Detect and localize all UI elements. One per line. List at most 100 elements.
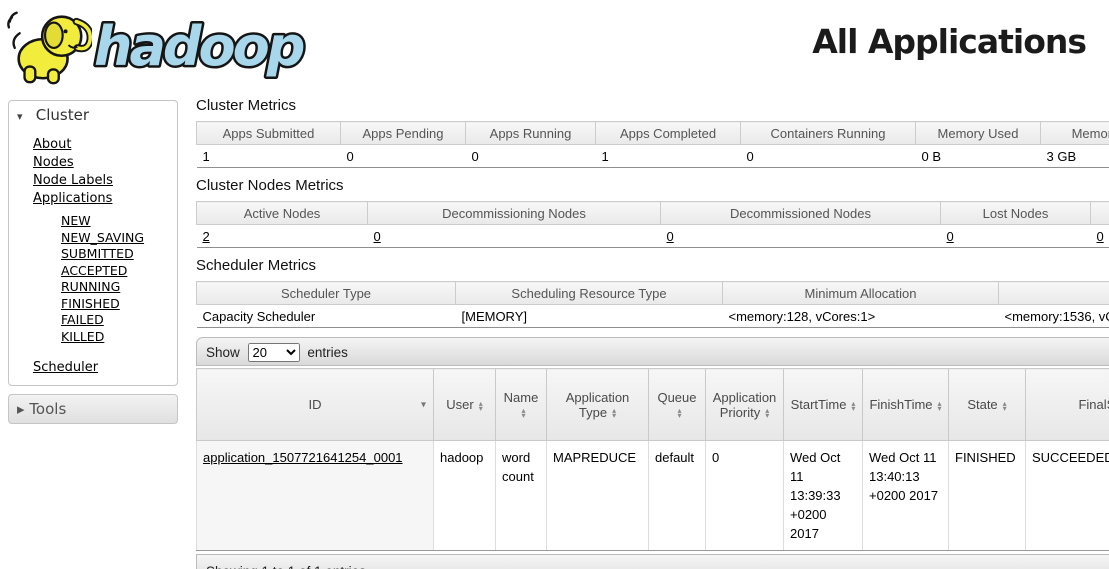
column-header-finalstatus[interactable]: FinalStatus▴▾ <box>1026 369 1109 441</box>
cluster-accordion-header[interactable]: ▾ Cluster <box>9 101 177 129</box>
metric-header: Memory Used <box>916 122 1041 145</box>
cell-user: hadoop <box>434 441 496 551</box>
sort-icon: ▴▾ <box>765 408 769 418</box>
cell-queue: default <box>649 441 706 551</box>
show-label: Show <box>206 345 240 360</box>
cell-starttime: Wed Oct 11 13:39:33 +0200 2017 <box>784 441 863 551</box>
sort-icon: ▴▾ <box>612 408 616 418</box>
application-row: application_1507721641254_0001 hadoop wo… <box>197 441 1109 551</box>
metric-header: Lost Nodes <box>941 202 1091 225</box>
lost-nodes-link[interactable]: 0 <box>947 229 954 244</box>
svg-text:hadoop: hadoop <box>94 15 304 78</box>
metric-value: 0 <box>341 145 466 168</box>
metric-header: Apps Submitted <box>197 122 341 145</box>
cell-application-type: MAPREDUCE <box>547 441 649 551</box>
hadoop-logo: hadoop <box>4 2 327 90</box>
sort-icon: ▴▾ <box>677 408 681 418</box>
datatable-length-bar: Show 20 entries <box>196 337 1109 366</box>
active-nodes-link[interactable]: 2 <box>203 229 210 244</box>
app-state-link-new-saving[interactable]: NEW_SAVING <box>61 230 144 245</box>
metric-header: Scheduling Resource Type <box>456 282 723 305</box>
sort-icon: ▴▾ <box>938 401 942 411</box>
cell-name: word count <box>496 441 547 551</box>
app-state-link-submitted[interactable]: SUBMITTED <box>61 246 134 261</box>
cluster-nav-list: About Nodes Node Labels Applications <box>9 129 177 207</box>
app-state-link-finished[interactable]: FINISHED <box>61 296 120 311</box>
sidebar: ▾ Cluster About Nodes Node Labels Applic… <box>8 100 178 424</box>
app-state-link-failed[interactable]: FAILED <box>61 312 104 327</box>
metric-value: 1 <box>197 145 341 168</box>
tools-accordion-label: Tools <box>29 400 66 418</box>
metric-value: 0 <box>741 145 916 168</box>
column-header-user[interactable]: User▴▾ <box>434 369 496 441</box>
cluster-accordion-label: Cluster <box>36 106 89 124</box>
cluster-metrics-title: Cluster Metrics <box>196 97 1109 114</box>
main-content: Cluster Metrics Apps Submitted Apps Pend… <box>196 94 1109 569</box>
sidebar-link-node-labels[interactable]: Node Labels <box>33 173 113 188</box>
metric-value: 0 B <box>916 145 1041 168</box>
column-header-queue[interactable]: Queue▴▾ <box>649 369 706 441</box>
app-state-link-new[interactable]: NEW <box>61 213 91 228</box>
column-header-application-type[interactable]: Application Type▴▾ <box>547 369 649 441</box>
metric-header: Apps Running <box>466 122 596 145</box>
cluster-metrics-table: Apps Submitted Apps Pending Apps Running… <box>196 121 1109 168</box>
metric-value: 3 GB <box>1041 145 1109 168</box>
sidebar-link-scheduler[interactable]: Scheduler <box>33 360 98 375</box>
metric-value: [MEMORY] <box>456 305 723 328</box>
sort-icon: ▴▾ <box>521 408 525 418</box>
app-state-link-running[interactable]: RUNNING <box>61 279 120 294</box>
sidebar-link-applications[interactable]: Applications <box>33 191 112 206</box>
metric-header: Minimum Allocation <box>723 282 999 305</box>
hadoop-elephant-icon <box>4 2 92 90</box>
app-state-link-accepted[interactable]: ACCEPTED <box>61 263 127 278</box>
column-header-starttime[interactable]: StartTime▴▾ <box>784 369 863 441</box>
column-header-application-priority[interactable]: Application Priority▴▾ <box>706 369 784 441</box>
cluster-panel: ▾ Cluster About Nodes Node Labels Applic… <box>8 100 178 386</box>
metric-header: Maximum Allocation <box>999 282 1109 305</box>
sidebar-link-about[interactable]: About <box>33 137 71 152</box>
showing-entries-status: Showing 1 to 1 of 1 entries <box>206 564 366 569</box>
hadoop-wordmark: hadoop <box>92 7 327 85</box>
unhealthy-nodes-link[interactable]: 0 <box>1097 229 1104 244</box>
column-header-name[interactable]: Name▴▾ <box>496 369 547 441</box>
scheduler-metrics-table: Scheduler Type Scheduling Resource Type … <box>196 281 1109 328</box>
entries-label: entries <box>307 345 348 360</box>
metric-value: <memory:1536, vCores:4> <box>999 305 1109 328</box>
metric-value: <memory:128, vCores:1> <box>723 305 999 328</box>
sort-icon: ▴▾ <box>1003 401 1007 411</box>
column-header-state[interactable]: State▴▾ <box>949 369 1026 441</box>
sort-desc-icon: ▾ <box>421 399 426 410</box>
scheduler-metrics-title: Scheduler Metrics <box>196 257 1109 274</box>
table-row: 1 0 0 1 0 0 B 3 GB <box>197 145 1109 168</box>
metric-header: Apps Pending <box>341 122 466 145</box>
sidebar-link-nodes[interactable]: Nodes <box>33 155 74 170</box>
column-header-id[interactable]: ID ▾ <box>197 369 434 441</box>
decommissioning-nodes-link[interactable]: 0 <box>374 229 381 244</box>
app-state-link-killed[interactable]: KILLED <box>61 329 104 344</box>
metric-value: Capacity Scheduler <box>197 305 456 328</box>
page-size-select[interactable]: 20 <box>248 343 300 362</box>
sort-icon: ▴▾ <box>479 401 483 411</box>
page-title: All Applications <box>812 22 1086 61</box>
cluster-nodes-metrics-table: Active Nodes Decommissioning Nodes Decom… <box>196 201 1109 248</box>
metric-header: Decommissioned Nodes <box>661 202 941 225</box>
application-id-link[interactable]: application_1507721641254_0001 <box>203 450 403 465</box>
table-row: Capacity Scheduler [MEMORY] <memory:128,… <box>197 305 1109 328</box>
cell-application-priority: 0 <box>706 441 784 551</box>
table-row: 2 0 0 0 0 <box>197 225 1109 248</box>
metric-value: 0 <box>466 145 596 168</box>
metric-header: Unhealthy Nodes <box>1091 202 1109 225</box>
applications-table: ID ▾ User▴▾ Name▴▾ Application Type▴▾ Qu… <box>196 368 1109 551</box>
app-state-list: NEW NEW_SAVING SUBMITTED ACCEPTED RUNNIN… <box>9 207 177 344</box>
metric-header: Containers Running <box>741 122 916 145</box>
chevron-right-icon: ▸ <box>17 400 25 418</box>
applications-datatable: Show 20 entries ID ▾ User▴▾ <box>196 337 1109 569</box>
tools-accordion-header[interactable]: ▸ Tools <box>8 394 178 424</box>
cell-state: FINISHED <box>949 441 1026 551</box>
datatable-info-bar: Showing 1 to 1 of 1 entries <box>196 554 1109 569</box>
sort-icon: ▴▾ <box>851 401 855 411</box>
cell-finalstatus: SUCCEEDED <box>1026 441 1109 551</box>
chevron-down-icon: ▾ <box>17 110 31 123</box>
decommissioned-nodes-link[interactable]: 0 <box>667 229 674 244</box>
column-header-finishtime[interactable]: FinishTime▴▾ <box>863 369 949 441</box>
